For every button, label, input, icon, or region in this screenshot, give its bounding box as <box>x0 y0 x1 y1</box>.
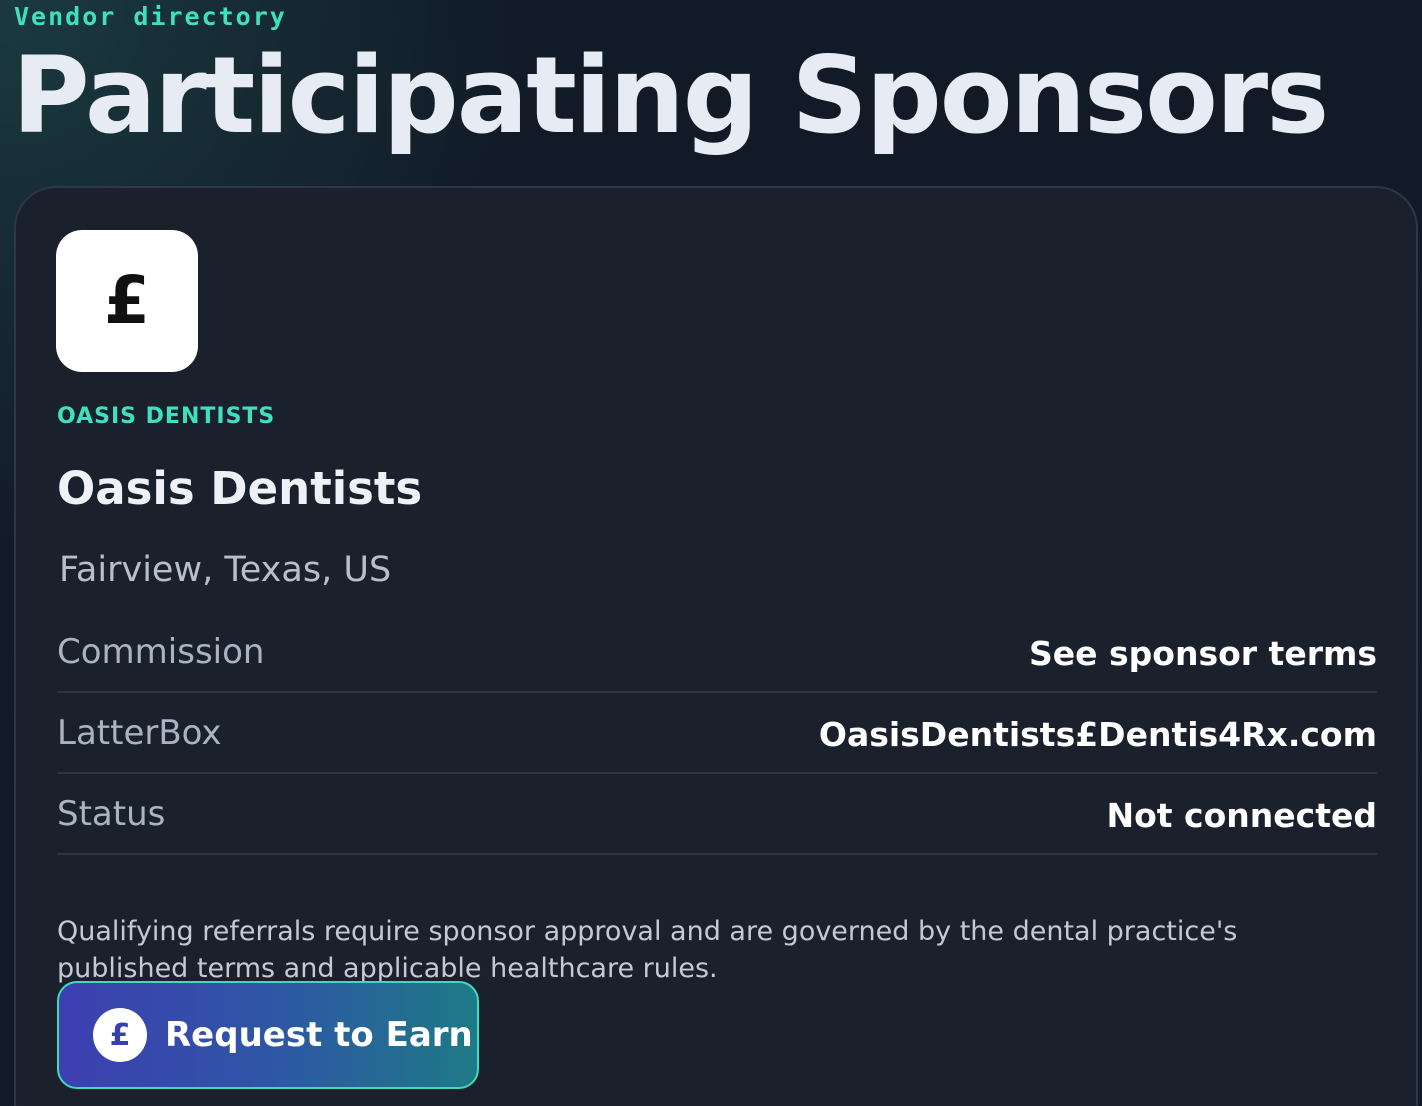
detail-value: See sponsor terms <box>1029 634 1377 673</box>
sponsor-location: Fairview, Texas, US <box>59 550 392 590</box>
detail-row-commission: Commission See sponsor terms <box>57 612 1377 693</box>
request-to-earn-button[interactable]: £ Request to Earn <box>57 981 479 1089</box>
disclaimer-text: Qualifying referrals require sponsor app… <box>57 916 1238 984</box>
detail-value: OasisDentists£Dentis4Rx.com <box>818 715 1377 754</box>
request-to-earn-label: Request to Earn <box>165 1015 473 1055</box>
sponsor-logo: £ <box>56 230 198 372</box>
sponsor-name: Oasis Dentists <box>57 462 423 515</box>
sponsor-details: Commission See sponsor terms LatterBox O… <box>57 612 1377 855</box>
status-value: Not connected <box>1106 796 1378 835</box>
detail-row-latterbox: LatterBox OasisDentists£Dentis4Rx.com <box>57 693 1377 774</box>
page-eyebrow: Vendor directory <box>14 2 287 31</box>
detail-row-status: Status Not connected <box>57 774 1377 855</box>
detail-label: Commission <box>57 632 265 672</box>
page-title: Participating Sponsors <box>12 34 1329 157</box>
detail-label: Status <box>57 794 166 834</box>
pound-sign-icon: £ <box>104 262 150 339</box>
pound-coin-icon: £ <box>93 1008 147 1062</box>
detail-label: LatterBox <box>57 713 222 753</box>
sponsor-card: £ OASIS DENTISTS Oasis Dentists Fairview… <box>14 186 1418 1106</box>
sponsor-tag: OASIS DENTISTS <box>57 404 276 429</box>
